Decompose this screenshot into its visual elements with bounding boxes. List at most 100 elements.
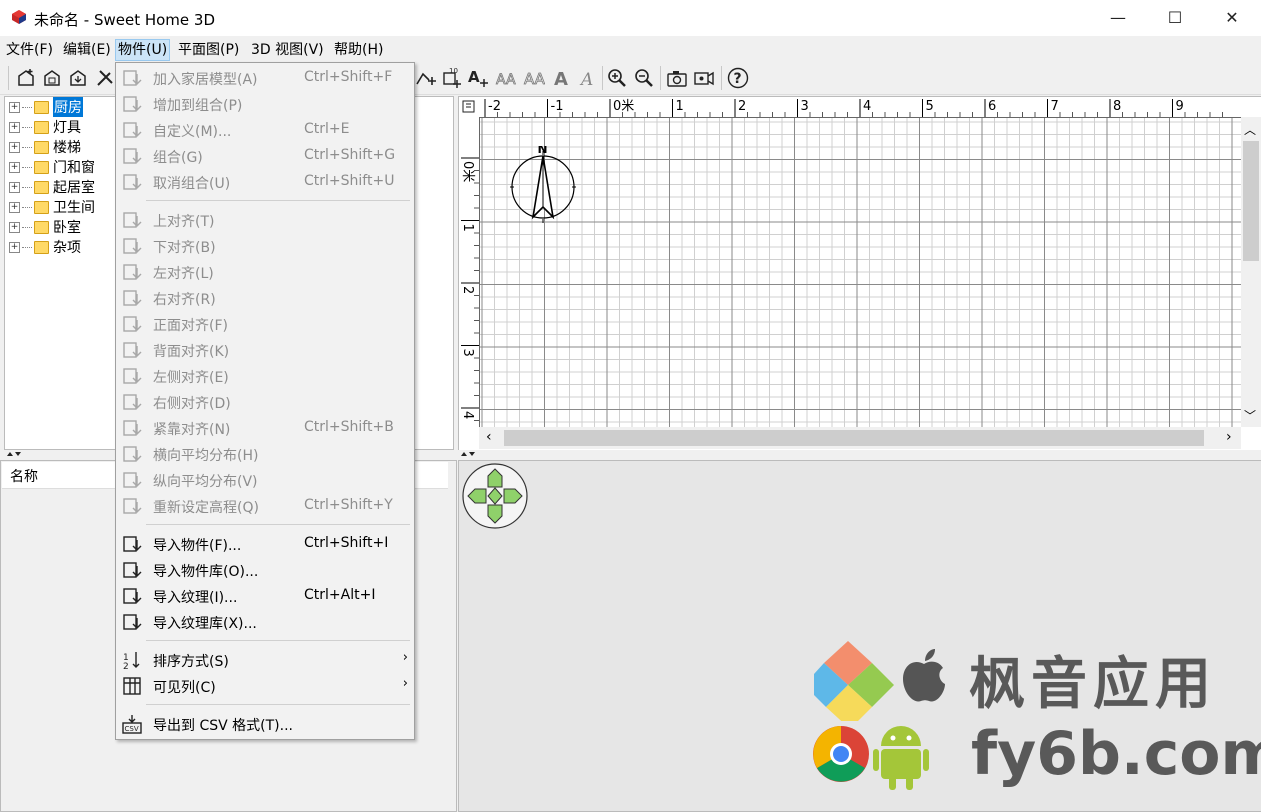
window-title: 未命名 - Sweet Home 3D	[34, 11, 216, 29]
zoom-out-icon[interactable]	[632, 66, 656, 90]
split-pane-divider[interactable]	[458, 450, 1261, 458]
scroll-right-icon[interactable]: ›	[1226, 429, 1232, 445]
submenu-arrow-icon: ›	[402, 650, 408, 665]
ruler-label: 2	[460, 286, 475, 294]
toolbar-separator	[660, 66, 661, 90]
decrease-text-size-icon[interactable]: AA	[494, 66, 518, 90]
expand-icon[interactable]: +	[9, 221, 20, 233]
increase-text-size-icon[interactable]: AA	[522, 66, 546, 90]
watermark-title: 枫音应用	[969, 652, 1217, 717]
menu-3d-view[interactable]: 3D 视图(V)	[249, 40, 326, 60]
menu-plan[interactable]: 平面图(P)	[176, 40, 241, 60]
tree-item-bathroom[interactable]: + 卫生间	[9, 197, 95, 217]
navigation-pad-icon[interactable]	[462, 463, 532, 533]
create-photo-icon[interactable]	[665, 66, 689, 90]
add-dimension-icon[interactable]: 10	[439, 66, 463, 90]
folder-icon	[34, 100, 49, 114]
menu-item-label: 正面对齐(F)	[153, 318, 228, 334]
italic-text-icon[interactable]: A	[576, 66, 600, 90]
menu-item: 右侧对齐(D)	[116, 389, 414, 415]
columns-icon	[122, 676, 142, 696]
scroll-up-icon[interactable]: ︿	[1244, 121, 1256, 138]
menu-item[interactable]: 1 2 排序方式(S) ›	[116, 647, 414, 673]
scroll-left-icon[interactable]: ‹	[486, 429, 492, 445]
menu-item[interactable]: 可见列(C) ›	[116, 673, 414, 699]
menu-edit[interactable]: 编辑(E)	[61, 40, 113, 60]
add-text-icon[interactable]: A	[466, 66, 490, 90]
column-header-name[interactable]: 名称	[10, 466, 38, 486]
add-to-group-icon	[122, 94, 142, 114]
menu-item-shortcut: Ctrl+E	[304, 121, 350, 137]
draw-polyline-icon[interactable]	[414, 66, 438, 90]
menu-item: 正面对齐(F)	[116, 311, 414, 337]
plan-horizontal-scrollbar[interactable]: ‹ ›	[479, 427, 1241, 449]
expand-icon[interactable]: +	[9, 241, 20, 253]
menu-item-label: 上对齐(T)	[153, 214, 215, 230]
ruler-label: 1	[676, 99, 684, 114]
maximize-button[interactable]: ☐	[1146, 0, 1204, 36]
ruler-label: 1	[460, 224, 475, 232]
menu-item[interactable]: 导入物件(F)... Ctrl+Shift+I	[116, 531, 414, 557]
close-button[interactable]: ✕	[1203, 0, 1261, 36]
menu-item[interactable]: 导入纹理库(X)...	[116, 609, 414, 635]
tree-item-label: 杂项	[53, 240, 81, 256]
menu-file[interactable]: 文件(F)	[4, 40, 55, 60]
svg-text:2: 2	[123, 662, 129, 670]
svg-text:A: A	[468, 68, 480, 86]
align-right-side-icon	[122, 392, 142, 412]
ruler-label: 2	[738, 99, 746, 114]
minimize-button[interactable]: —	[1089, 0, 1147, 36]
folder-icon	[34, 220, 49, 234]
expand-icon[interactable]: +	[9, 101, 20, 113]
scroll-down-icon[interactable]: ﹀	[1244, 407, 1256, 424]
menu-item-label: 导出到 CSV 格式(T)...	[153, 718, 293, 734]
scroll-thumb[interactable]	[504, 430, 1204, 446]
tree-item-living-room[interactable]: + 起居室	[9, 177, 95, 197]
svg-text:?: ?	[734, 71, 742, 87]
tree-item-lights[interactable]: + 灯具	[9, 117, 81, 137]
tree-item-doors-windows[interactable]: + 门和窗	[9, 157, 95, 177]
zoom-in-icon[interactable]	[605, 66, 629, 90]
create-video-icon[interactable]	[692, 66, 716, 90]
tree-item-label: 厨房	[53, 97, 83, 117]
menu-item: 组合(G) Ctrl+Shift+G	[116, 143, 414, 169]
ruler-label: 3	[460, 349, 475, 357]
expand-icon[interactable]: +	[9, 201, 20, 213]
menu-furniture[interactable]: 物件(U)	[115, 39, 171, 61]
bold-text-icon[interactable]: A	[549, 66, 573, 90]
expand-icon[interactable]: +	[9, 121, 20, 133]
menu-item-label: 右对齐(R)	[153, 292, 216, 308]
menu-item[interactable]: 导入物件库(O)...	[116, 557, 414, 583]
tree-item-kitchen[interactable]: + 厨房	[9, 97, 83, 117]
new-home-icon[interactable]	[14, 66, 38, 90]
menu-item-label: 加入家居模型(A)	[153, 72, 258, 88]
expand-icon[interactable]: +	[9, 161, 20, 173]
scroll-thumb[interactable]	[1243, 141, 1259, 261]
plan-grid[interactable]: N	[480, 118, 1241, 427]
ruler-label: 0米	[460, 161, 475, 182]
expand-icon[interactable]: +	[9, 141, 20, 153]
preferences-icon[interactable]	[93, 66, 117, 90]
save-home-icon[interactable]	[66, 66, 90, 90]
menu-item[interactable]: 导入纹理(I)... Ctrl+Alt+I	[116, 583, 414, 609]
tree-item-stairs[interactable]: + 楼梯	[9, 137, 81, 157]
plan-vertical-scrollbar[interactable]: ︿ ﹀	[1241, 117, 1261, 427]
expand-icon[interactable]: +	[9, 181, 20, 193]
menu-item-shortcut: Ctrl+Shift+B	[304, 419, 394, 435]
menu-help[interactable]: 帮助(H)	[332, 40, 385, 60]
help-icon[interactable]: ?	[726, 66, 750, 90]
compass-icon[interactable]: N	[510, 146, 590, 236]
menu-separator	[146, 200, 410, 201]
plan-view[interactable]: -2 -1 0米 1 2 3 4 5 6 7 8 9 0米 1 2 3 4 N ︿ ﹀ ‹ ›	[458, 96, 1261, 452]
3d-view[interactable]: 枫音应用 fy6b.com	[458, 460, 1261, 812]
menu-item-label: 导入纹理库(X)...	[153, 616, 257, 632]
group-icon	[122, 146, 142, 166]
menu-item[interactable]: CSV 导出到 CSV 格式(T)...	[116, 711, 414, 737]
menu-item: 重新设定高程(Q) Ctrl+Shift+Y	[116, 493, 414, 519]
open-home-icon[interactable]	[40, 66, 64, 90]
tree-item-bedroom[interactable]: + 卧室	[9, 217, 81, 237]
menu-item: 上对齐(T)	[116, 207, 414, 233]
tree-item-misc[interactable]: + 杂项	[9, 237, 81, 257]
menu-item: 下对齐(B)	[116, 233, 414, 259]
folder-icon	[34, 200, 49, 214]
